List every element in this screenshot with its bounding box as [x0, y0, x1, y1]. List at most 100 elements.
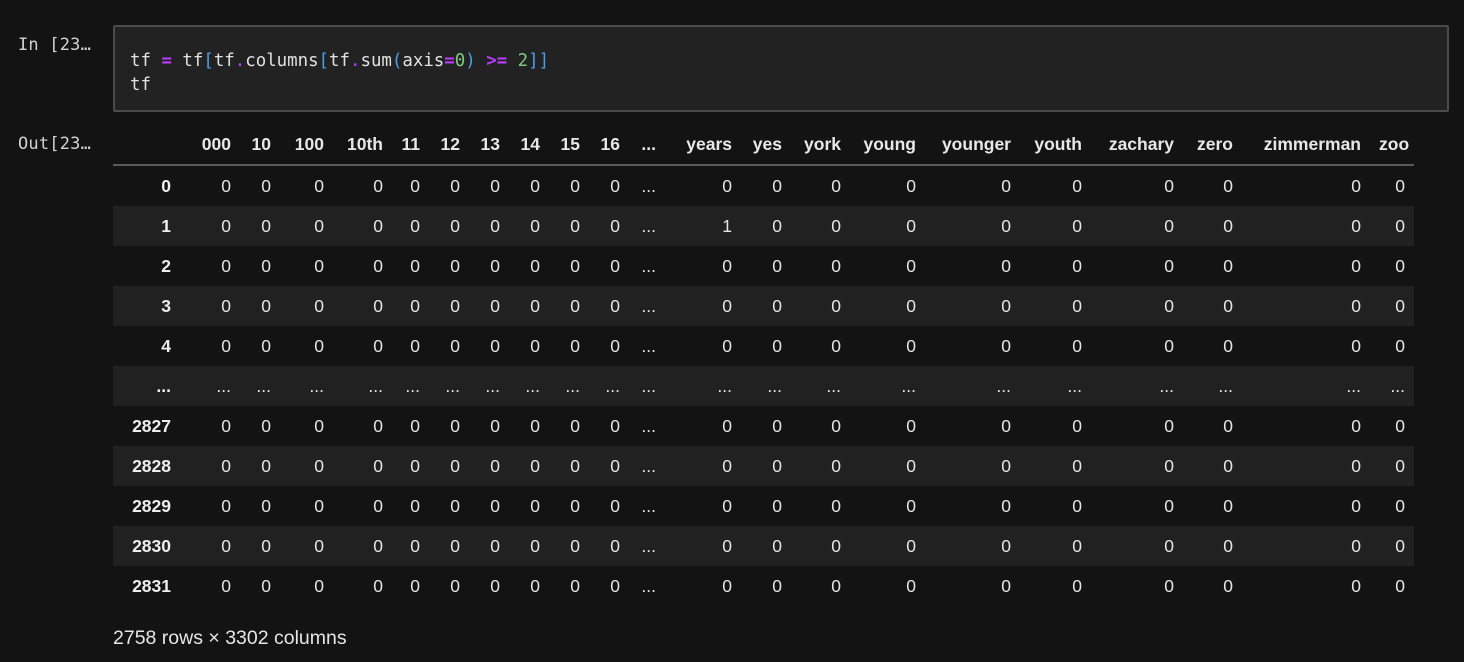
table-cell: 0: [1395, 495, 1405, 516]
row-index: 3: [161, 295, 171, 316]
code-token: [: [203, 51, 214, 71]
table-cell: 0: [722, 415, 732, 436]
table-row: 2 0 0 0 0 0 0 0 0 0 0... 0 0 0 0 0 0 0 0 0 0: [113, 246, 1414, 286]
table-cell: 0: [490, 295, 500, 316]
table-cell: 0: [1223, 175, 1233, 196]
table-cell: 0: [722, 175, 732, 196]
table-cell: 0: [610, 215, 620, 236]
table-cell: 0: [906, 535, 916, 556]
table-cell: 0: [1395, 575, 1405, 596]
table-cell: 0: [722, 255, 732, 276]
table-cell: 0: [1351, 215, 1361, 236]
table-cell: 0: [610, 455, 620, 476]
table-cell: 0: [831, 535, 841, 556]
table-cell: 0: [1001, 495, 1011, 516]
table-cell: 0: [1395, 335, 1405, 356]
code-token: .: [350, 51, 361, 71]
table-cell: ...: [256, 375, 271, 396]
table-cell: 0: [490, 415, 500, 436]
row-index: 2830: [132, 535, 171, 556]
table-cell: 0: [530, 575, 540, 596]
table-row: 2831 0 0 0 0 0 0 0 0 0 0... 0 0 0 0 0 0 0 0 0 0: [113, 566, 1414, 606]
table-cell: ...: [641, 255, 656, 276]
table-cell: ...: [641, 175, 656, 196]
table-cell: 0: [1395, 255, 1405, 276]
table-cell: 0: [410, 415, 420, 436]
table-cell: 0: [410, 175, 420, 196]
table-cell: 0: [530, 255, 540, 276]
table-row: 4 0 0 0 0 0 0 0 0 0 0... 0 0 0 0 0 0 0 0 0 0: [113, 326, 1414, 366]
table-cell: 0: [570, 295, 580, 316]
table-cell: 0: [570, 215, 580, 236]
table-cell: 0: [373, 575, 383, 596]
column-header: years: [665, 125, 741, 166]
table-cell: 0: [570, 175, 580, 196]
table-cell: 0: [1164, 175, 1174, 196]
table-cell: 0: [1164, 495, 1174, 516]
code-cell-editor[interactable]: tf = tf[tf.columns[tf.sum(axis=0) >= 2]]…: [113, 25, 1449, 112]
table-cell: 0: [261, 215, 271, 236]
table-cell: 0: [722, 455, 732, 476]
table-cell: 0: [831, 455, 841, 476]
table-cell: 0: [1001, 255, 1011, 276]
table-cell: 0: [1072, 175, 1082, 196]
table-cell: 0: [1223, 295, 1233, 316]
row-index: 2827: [132, 415, 171, 436]
table-cell: 0: [1164, 215, 1174, 236]
column-header: young: [850, 125, 925, 166]
row-index: 2829: [132, 495, 171, 516]
table-cell: 0: [450, 455, 460, 476]
table-cell: ...: [641, 335, 656, 356]
table-cell: 0: [570, 495, 580, 516]
table-cell: 0: [1072, 255, 1082, 276]
table-cell: 0: [1072, 335, 1082, 356]
table-cell: 0: [450, 295, 460, 316]
column-header: ...: [629, 125, 665, 166]
table-cell: 0: [373, 255, 383, 276]
column-header: younger: [925, 125, 1020, 166]
table-cell: 0: [373, 495, 383, 516]
table-cell: 0: [314, 295, 324, 316]
table-cell: ...: [1346, 375, 1361, 396]
table-cell: 0: [221, 495, 231, 516]
code-token: ]]: [528, 51, 550, 71]
table-cell: 0: [906, 455, 916, 476]
table-cell: 0: [410, 335, 420, 356]
code-token: [: [318, 51, 330, 71]
table-cell: 0: [1072, 295, 1082, 316]
table-cell: 0: [1351, 495, 1361, 516]
code-token: 2: [517, 51, 529, 71]
code-text[interactable]: tf = tf[tf.columns[tf.sum(axis=0) >= 2]]…: [130, 49, 549, 97]
table-cell: 1: [722, 215, 732, 236]
table-cell: 0: [722, 495, 732, 516]
table-cell: 0: [570, 335, 580, 356]
table-cell: ...: [901, 375, 916, 396]
table-cell: ...: [405, 375, 420, 396]
index-header: [113, 125, 180, 166]
table-cell: 0: [1164, 535, 1174, 556]
table-cell: 0: [221, 455, 231, 476]
table-cell: 0: [1072, 215, 1082, 236]
column-header: yes: [741, 125, 791, 166]
table-row: ........................................…: [113, 366, 1414, 406]
table-cell: 0: [530, 415, 540, 436]
code-token: .: [234, 51, 246, 71]
table-cell: ...: [641, 535, 656, 556]
table-cell: ...: [525, 375, 540, 396]
table-cell: 0: [831, 255, 841, 276]
output-prompt: Out[23…: [18, 134, 92, 154]
table-cell: 0: [1351, 455, 1361, 476]
column-header: zoo: [1370, 125, 1414, 166]
table-cell: 0: [1223, 335, 1233, 356]
table-cell: 0: [772, 175, 782, 196]
code-token: columns: [245, 51, 319, 71]
column-header: zero: [1183, 125, 1242, 166]
table-cell: 0: [1164, 575, 1174, 596]
table-cell: 0: [261, 455, 271, 476]
table-cell: 0: [570, 575, 580, 596]
table-cell: 0: [490, 535, 500, 556]
table-cell: 0: [530, 295, 540, 316]
